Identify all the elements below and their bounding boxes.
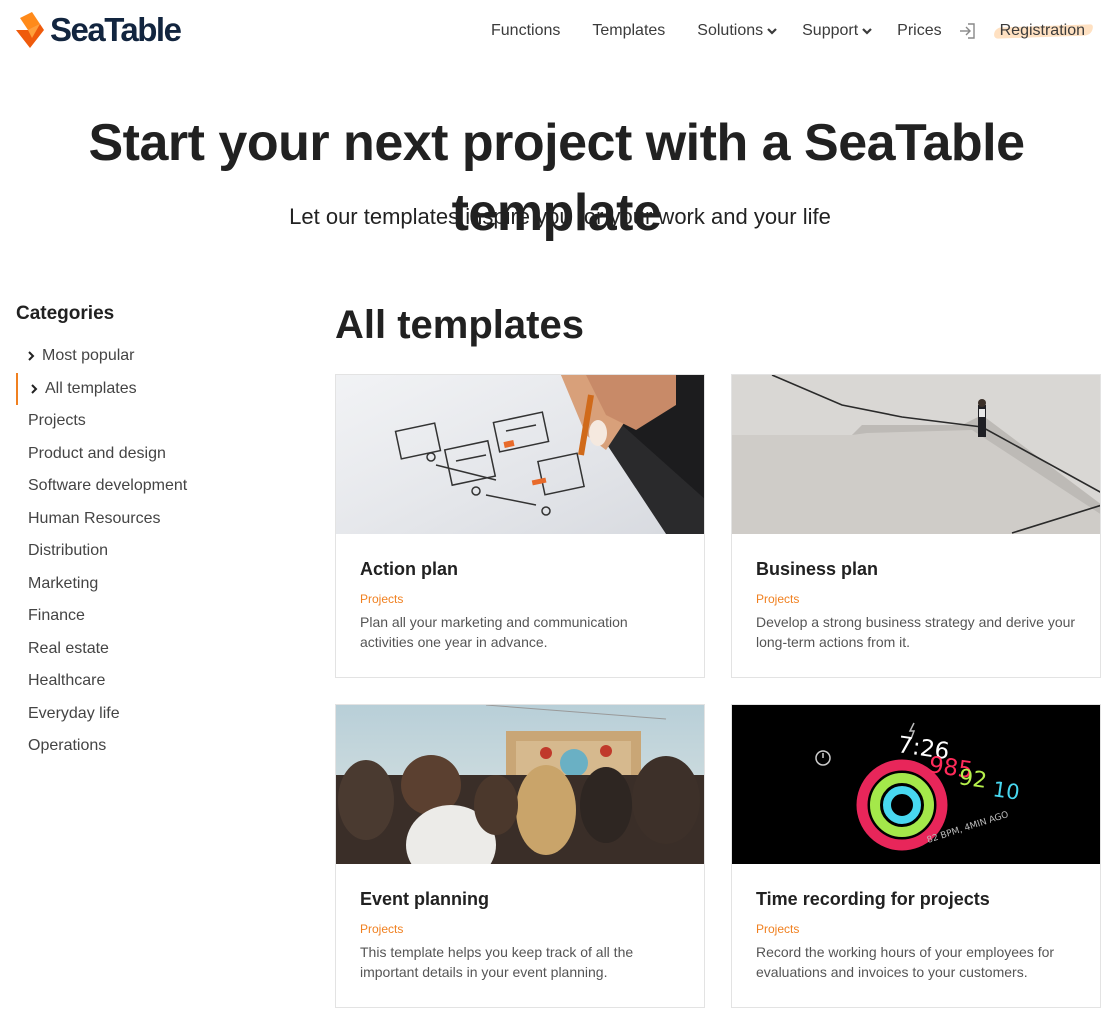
chevron-down-icon [861, 26, 873, 36]
card-category[interactable]: Projects [756, 590, 1076, 608]
login-icon[interactable] [958, 22, 976, 40]
sidebar-item-distribution[interactable]: Distribution [16, 535, 276, 568]
card-title: Event planning [360, 889, 490, 909]
chevron-down-icon [766, 26, 778, 36]
seatable-logo-icon [16, 12, 44, 48]
card-image-sketch [336, 375, 704, 534]
card-title: Business plan [756, 559, 879, 579]
nav-templates[interactable]: Templates [592, 22, 665, 40]
sidebar-item-product-and-design[interactable]: Product and design [16, 438, 276, 471]
chevron-right-icon [26, 351, 42, 361]
nav-support[interactable]: Support [802, 22, 873, 40]
chevron-right-icon [29, 384, 45, 394]
categories-heading: Categories [16, 303, 115, 324]
sidebar-item-healthcare[interactable]: Healthcare [16, 665, 276, 698]
section-title: All templates [335, 303, 584, 347]
card-category[interactable]: Projects [756, 920, 1076, 938]
nav-registration[interactable]: Registration [998, 22, 1087, 40]
sidebar-item-everyday-life[interactable]: Everyday life [16, 698, 276, 731]
sidebar-item-most-popular[interactable]: Most popular [16, 340, 276, 373]
page-subtitle: Let our templates inspire you for your w… [289, 204, 831, 229]
nav-solutions[interactable]: Solutions [697, 22, 778, 40]
card-image-crowd [336, 705, 704, 864]
card-description: Develop a strong business strategy and d… [756, 614, 1076, 650]
card-description: This template helps you keep track of al… [360, 944, 634, 980]
seatable-logo[interactable]: SeaTable [16, 11, 182, 48]
categories-sidebar: Categories Most popular All templates Pr… [16, 300, 276, 763]
sidebar-item-software-development[interactable]: Software development [16, 470, 276, 503]
sidebar-item-finance[interactable]: Finance [16, 600, 276, 633]
template-card-time-recording[interactable]: 7:26 985 92 10 82 BPM, 4MIN AGO Time rec… [731, 704, 1101, 1008]
watch-exercise: 92 [957, 765, 988, 794]
template-card-action-plan[interactable]: Action plan Projects Plan all your marke… [335, 374, 705, 678]
card-title: Action plan [360, 559, 458, 579]
nav-support-label: Support [802, 22, 859, 39]
card-category[interactable]: Projects [360, 920, 680, 938]
card-title: Time recording for projects [756, 889, 990, 909]
template-card-event-planning[interactable]: Event planning Projects This template he… [335, 704, 705, 1008]
sidebar-item-real-estate[interactable]: Real estate [16, 633, 276, 666]
card-image-smartwatch: 7:26 985 92 10 82 BPM, 4MIN AGO [732, 705, 1100, 864]
card-image-staircase [732, 375, 1100, 534]
nav-functions[interactable]: Functions [491, 22, 560, 40]
sidebar-item-marketing[interactable]: Marketing [16, 568, 276, 601]
card-category[interactable]: Projects [360, 590, 680, 608]
template-card-business-plan[interactable]: Business plan Projects Develop a strong … [731, 374, 1101, 678]
sidebar-item-human-resources[interactable]: Human Resources [16, 503, 276, 536]
card-description: Plan all your marketing and communicatio… [360, 614, 628, 650]
main-navigation: Functions Templates Solutions Support Pr… [459, 18, 1087, 44]
sidebar-item-all-templates[interactable]: All templates [16, 372, 276, 405]
sidebar-item-operations[interactable]: Operations [16, 730, 276, 763]
sidebar-item-label: Most popular [42, 347, 135, 364]
nav-solutions-label: Solutions [697, 22, 764, 39]
seatable-logo-text: SeaTable [50, 11, 182, 48]
nav-prices[interactable]: Prices [897, 22, 941, 40]
sidebar-item-projects[interactable]: Projects [16, 405, 276, 438]
watch-stand: 10 [991, 777, 1021, 804]
card-description: Record the working hours of your employe… [756, 944, 1055, 980]
sidebar-item-label: All templates [45, 379, 137, 397]
